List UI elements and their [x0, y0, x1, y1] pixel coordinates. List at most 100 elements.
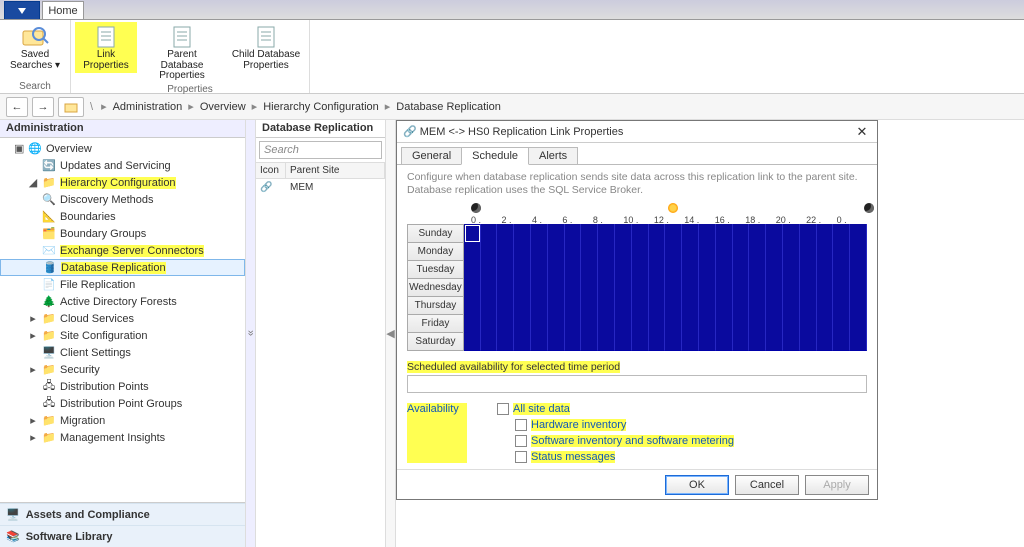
tab-alerts[interactable]: Alerts: [528, 147, 578, 165]
schedule-cell[interactable]: [749, 242, 766, 261]
schedule-cell[interactable]: [481, 314, 498, 333]
schedule-cell[interactable]: [817, 260, 834, 279]
schedule-cell[interactable]: [833, 296, 850, 315]
search-input[interactable]: Search: [259, 141, 382, 159]
schedule-cell[interactable]: [800, 314, 817, 333]
tree-dist-points[interactable]: 🖧Distribution Points: [0, 378, 245, 395]
schedule-cell[interactable]: [632, 224, 649, 243]
opt-hw-inventory[interactable]: Hardware inventory: [515, 419, 734, 431]
schedule-cell[interactable]: [800, 224, 817, 243]
breadcrumb-0[interactable]: Administration: [113, 101, 183, 113]
schedule-row[interactable]: Friday: [407, 315, 867, 333]
forward-button[interactable]: →: [32, 97, 54, 117]
schedule-cell[interactable]: [817, 278, 834, 297]
schedule-cell[interactable]: [817, 332, 834, 351]
tree-updates[interactable]: 🔄Updates and Servicing: [0, 157, 245, 174]
schedule-cell[interactable]: [581, 296, 598, 315]
schedule-cell[interactable]: [464, 242, 481, 261]
schedule-cell[interactable]: [699, 260, 716, 279]
tree-site-config[interactable]: ▸📁Site Configuration: [0, 327, 245, 344]
home-tab[interactable]: Home: [42, 1, 84, 19]
schedule-cell[interactable]: [716, 260, 733, 279]
schedule-cell[interactable]: [565, 224, 582, 243]
schedule-cell[interactable]: [514, 314, 531, 333]
schedule-cell[interactable]: [581, 332, 598, 351]
schedule-cell[interactable]: [682, 242, 699, 261]
schedule-cell[interactable]: [665, 296, 682, 315]
schedule-cell[interactable]: [682, 224, 699, 243]
schedule-cell[interactable]: [665, 224, 682, 243]
schedule-cell[interactable]: [665, 260, 682, 279]
schedule-cell[interactable]: [632, 242, 649, 261]
schedule-cell[interactable]: [548, 278, 565, 297]
schedule-row[interactable]: Thursday: [407, 297, 867, 315]
tree-file-replication[interactable]: 📄File Replication: [0, 276, 245, 293]
schedule-cell[interactable]: [514, 260, 531, 279]
schedule-cell[interactable]: [699, 224, 716, 243]
schedule-cell[interactable]: [481, 242, 498, 261]
schedule-cell[interactable]: [733, 296, 750, 315]
schedule-cell[interactable]: [615, 242, 632, 261]
schedule-cell[interactable]: [833, 278, 850, 297]
schedule-cell[interactable]: [464, 260, 481, 279]
col-icon[interactable]: Icon: [256, 163, 286, 178]
schedule-cell[interactable]: [464, 314, 481, 333]
schedule-cell[interactable]: [581, 242, 598, 261]
schedule-cell[interactable]: [733, 242, 750, 261]
schedule-cell[interactable]: [749, 224, 766, 243]
schedule-cell[interactable]: [833, 314, 850, 333]
schedule-cell[interactable]: [699, 278, 716, 297]
schedule-cell[interactable]: [497, 224, 514, 243]
schedule-cell[interactable]: [531, 260, 548, 279]
schedule-cell[interactable]: [464, 332, 481, 351]
schedule-cell[interactable]: [665, 314, 682, 333]
tree-ad-forests[interactable]: 🌲Active Directory Forests: [0, 293, 245, 310]
schedule-cell[interactable]: [649, 314, 666, 333]
schedule-cell[interactable]: [749, 296, 766, 315]
schedule-row[interactable]: Wednesday: [407, 279, 867, 297]
tree-db-replication[interactable]: 🛢️Database Replication: [0, 259, 245, 276]
schedule-cell[interactable]: [531, 296, 548, 315]
schedule-cell[interactable]: [699, 314, 716, 333]
schedule-cell[interactable]: [749, 332, 766, 351]
schedule-cell[interactable]: [615, 296, 632, 315]
schedule-cell[interactable]: [548, 242, 565, 261]
schedule-cell[interactable]: [800, 332, 817, 351]
apply-button[interactable]: Apply: [805, 475, 869, 495]
close-button[interactable]: ✕: [853, 124, 871, 140]
schedule-cell[interactable]: [817, 224, 834, 243]
tree-dist-point-groups[interactable]: 🖧Distribution Point Groups: [0, 395, 245, 412]
schedule-cell[interactable]: [598, 332, 615, 351]
schedule-cell[interactable]: [464, 278, 481, 297]
schedule-row[interactable]: Sunday: [407, 225, 867, 243]
schedule-cell[interactable]: [766, 224, 783, 243]
schedule-cell[interactable]: [682, 314, 699, 333]
schedule-cell[interactable]: [514, 296, 531, 315]
schedule-cell[interactable]: [850, 260, 867, 279]
schedule-cell[interactable]: [800, 260, 817, 279]
wunderbar-swlib[interactable]: 📚Software Library: [0, 525, 245, 547]
schedule-cell[interactable]: [497, 314, 514, 333]
schedule-cell[interactable]: [531, 242, 548, 261]
schedule-cell[interactable]: [565, 242, 582, 261]
schedule-cell[interactable]: [783, 224, 800, 243]
schedule-cell[interactable]: [615, 260, 632, 279]
schedule-cell[interactable]: [783, 296, 800, 315]
schedule-cell[interactable]: [649, 296, 666, 315]
schedule-cell[interactable]: [548, 296, 565, 315]
tree-cloud[interactable]: ▸📁Cloud Services: [0, 310, 245, 327]
schedule-cell[interactable]: [649, 332, 666, 351]
schedule-cell[interactable]: [497, 242, 514, 261]
schedule-cell[interactable]: [514, 278, 531, 297]
schedule-cell[interactable]: [581, 278, 598, 297]
schedule-cell[interactable]: [733, 278, 750, 297]
schedule-cell[interactable]: [464, 224, 481, 243]
schedule-cell[interactable]: [598, 278, 615, 297]
schedule-cell[interactable]: [733, 332, 750, 351]
schedule-cell[interactable]: [649, 260, 666, 279]
tree-client-settings[interactable]: 🖥️Client Settings: [0, 344, 245, 361]
schedule-cell[interactable]: [565, 296, 582, 315]
schedule-cell[interactable]: [632, 314, 649, 333]
schedule-cell[interactable]: [548, 260, 565, 279]
tree-exchange[interactable]: ✉️Exchange Server Connectors: [0, 242, 245, 259]
